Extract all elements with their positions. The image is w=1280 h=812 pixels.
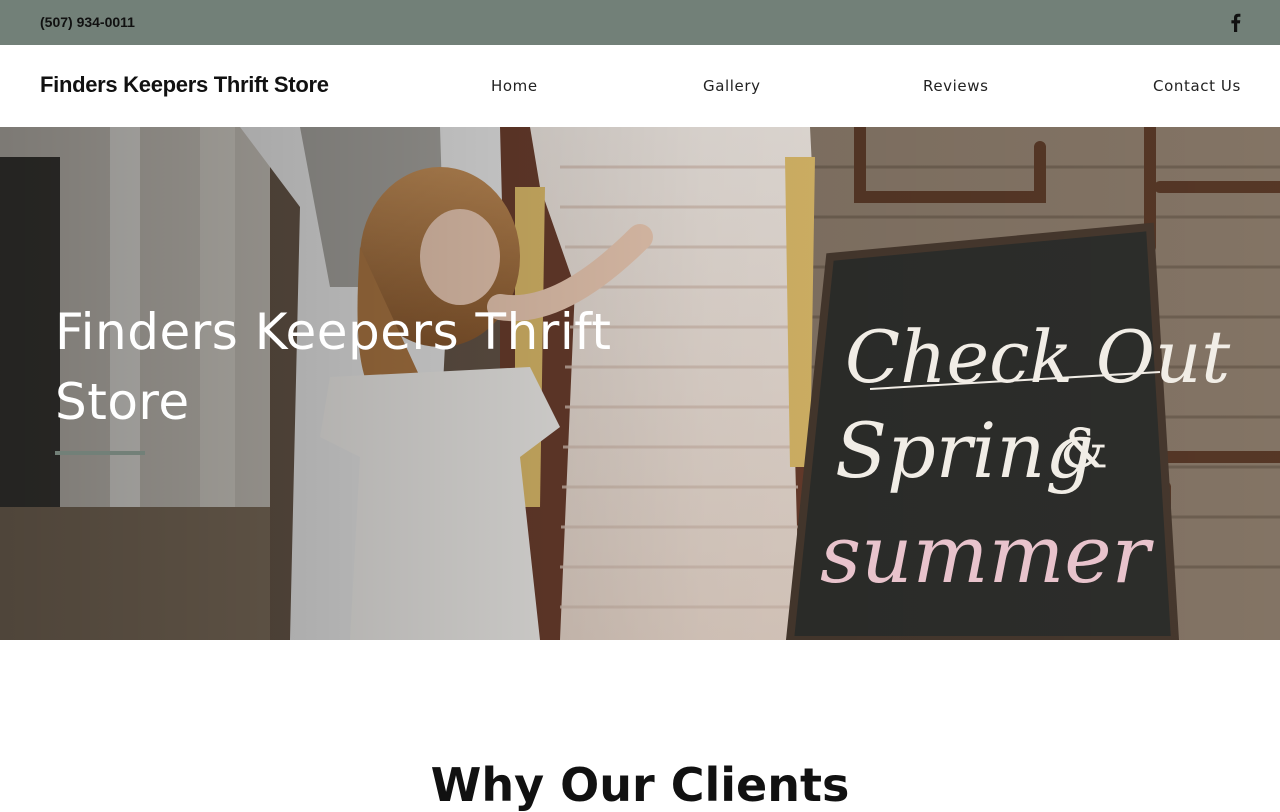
chalk-ampersand: &: [1060, 417, 1108, 480]
phone-link[interactable]: (507) 934-0011: [40, 14, 135, 30]
hero-divider: [55, 451, 145, 455]
top-bar: (507) 934-0011: [0, 0, 1280, 45]
nav-reviews[interactable]: Reviews: [923, 77, 989, 95]
site-brand[interactable]: Finders Keepers Thrift Store: [40, 72, 329, 98]
hero-title: Finders Keepers Thrift Store: [55, 303, 612, 431]
chalk-line-3: summer: [820, 508, 1155, 601]
nav-contact-us[interactable]: Contact Us: [1153, 77, 1241, 95]
hero-banner: Check Out Spring & summer Finders Keeper…: [0, 127, 1280, 640]
nav-gallery[interactable]: Gallery: [703, 77, 761, 95]
nav-home[interactable]: Home: [491, 77, 538, 95]
chalk-line-2: Spring: [835, 406, 1094, 495]
section-heading: Why Our Clients: [430, 758, 850, 812]
site-header: Finders Keepers Thrift Store Home Galler…: [0, 45, 1280, 127]
facebook-icon[interactable]: [1226, 11, 1246, 33]
